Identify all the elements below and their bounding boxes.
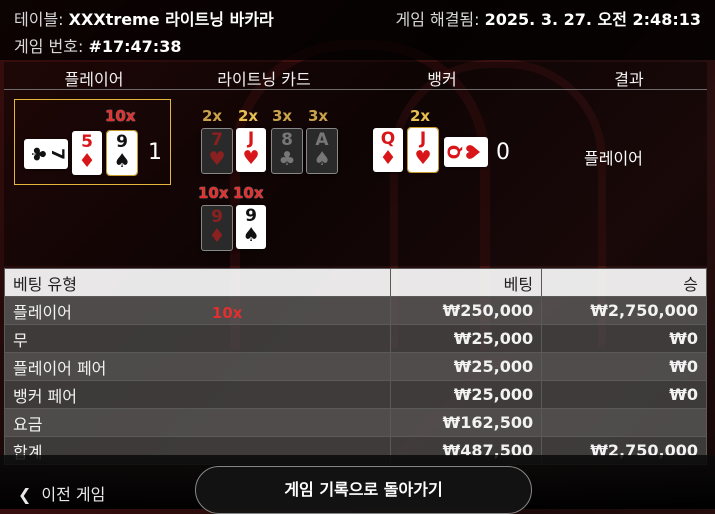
lightning-multiplier: 2x (202, 107, 223, 125)
header-divider (4, 89, 707, 90)
table-header-row: 베팅 유형 베팅 승 (3, 268, 707, 297)
player-multiplier: 10x (105, 107, 136, 125)
bet-type: 플레이어 페어 (3, 352, 392, 381)
lightning-card: A ♠ (306, 128, 338, 174)
table-row: 플레이어 페어 ₩25,000 ₩0 (3, 352, 707, 381)
bet-amount: ₩25,000 (390, 352, 543, 381)
bet-multiplier: 10x (211, 303, 243, 322)
heart-icon: ♥ (208, 148, 226, 170)
column-header-result: 결과 (614, 70, 644, 89)
back-to-history-button[interactable]: 게임 기록으로 돌아가기 (195, 466, 532, 514)
player-score: 1 (148, 140, 162, 165)
table-row: 플레이어 10x ₩250,000 ₩2,750,000 (3, 296, 707, 325)
lightning-multiplier: 10x (233, 184, 264, 202)
lightning-multiplier: 2x (238, 107, 259, 125)
win-amount: ₩2,750,000 (541, 296, 707, 325)
win-amount: ₩0 (541, 380, 707, 409)
lightning-card: J ♥ (236, 128, 266, 172)
spade-icon: ♠ (113, 150, 131, 172)
diamond-icon: ♦ (208, 225, 226, 247)
banker-card-2: J ♥ (407, 127, 439, 173)
bets-table: 베팅 유형 베팅 승 플레이어 10x ₩250,000 ₩2,750,000 무… (3, 268, 707, 465)
resolved-time: 2025. 3. 27. 오전 2:48:13 (484, 10, 701, 29)
previous-game-link[interactable]: ❮ 이전 게임 (18, 481, 105, 505)
column-header-banker: 뱅커 (427, 70, 457, 89)
lightning-card: 8 ♣ (271, 128, 303, 174)
win-amount (541, 408, 707, 437)
game-info-header: 테이블: XXXtreme 라이트닝 바카라 게임 번호: #17:47:38 … (0, 0, 715, 60)
table-name: XXXtreme 라이트닝 바카라 (68, 10, 274, 29)
player-card-3: 9 ♠ (106, 130, 138, 176)
bet-type: 요금 (3, 408, 392, 437)
player-card-1: 7 ♣ (24, 139, 68, 169)
lightning-multiplier: 10x (198, 184, 229, 202)
win-amount: ₩0 (541, 352, 707, 381)
resolved-info: 게임 해결됨: 2025. 3. 27. 오전 2:48:13 (395, 6, 701, 30)
lightning-card: 9 ♠ (236, 205, 266, 249)
banker-card-3: Q ♥ (444, 137, 488, 167)
lightning-card: 9 ♦ (201, 205, 233, 251)
diamond-icon: ♦ (78, 150, 96, 172)
table-label: 테이블: (14, 10, 64, 29)
table-info: 테이블: XXXtreme 라이트닝 바카라 (14, 6, 274, 30)
footer-bar: ❮ 이전 게임 게임 기록으로 돌아가기 (0, 455, 715, 514)
lightning-card: 7 ♥ (201, 128, 233, 174)
table-row: 무 ₩25,000 ₩0 (3, 324, 707, 353)
bet-amount: ₩162,500 (390, 408, 543, 437)
lightning-multiplier: 3x (272, 107, 293, 125)
table-row: 뱅커 페어 ₩25,000 ₩0 (3, 380, 707, 409)
column-header-lightning: 라이트닝 카드 (217, 70, 311, 89)
spade-icon: ♠ (313, 148, 331, 170)
round-info: 게임 번호: #17:47:38 (14, 33, 181, 57)
round-label: 게임 번호: (14, 37, 84, 56)
lightning-multiplier: 3x (308, 107, 329, 125)
banker-multiplier: 2x (410, 107, 431, 125)
resolved-label: 게임 해결됨: (395, 10, 480, 29)
bet-amount: ₩25,000 (390, 380, 543, 409)
bet-amount: ₩25,000 (390, 324, 543, 353)
win-amount: ₩0 (541, 324, 707, 353)
column-header-player: 플레이어 (64, 70, 124, 89)
cards-area: 플레이어 라이트닝 카드 뱅커 결과 10x 7 ♣ 5 ♦ 9 ♠ 1 2x … (4, 62, 707, 266)
header-bet-type: 베팅 유형 (3, 268, 392, 297)
bet-type: 뱅커 페어 (3, 380, 392, 409)
bet-type: 플레이어 (13, 302, 72, 322)
table-row: 요금 ₩162,500 (3, 408, 707, 437)
round-id: #17:47:38 (88, 37, 182, 56)
card-rank: 7 (47, 148, 67, 160)
banker-card-1: Q ♦ (373, 128, 403, 172)
club-icon: ♣ (278, 148, 296, 170)
header-bet: 베팅 (390, 268, 543, 297)
bet-amount: ₩250,000 (390, 296, 543, 325)
chevron-left-icon: ❮ (18, 485, 32, 504)
game-result: 플레이어 (584, 149, 643, 168)
heart-icon: ♥ (463, 143, 485, 161)
heart-icon: ♥ (242, 147, 260, 169)
previous-game-label: 이전 게임 (41, 485, 106, 504)
spade-icon: ♠ (242, 224, 260, 246)
bet-type: 무 (3, 324, 392, 353)
diamond-icon: ♦ (379, 147, 397, 169)
banker-score: 0 (496, 140, 510, 165)
heart-icon: ♥ (414, 147, 432, 169)
bet-type-cell: 플레이어 10x (3, 296, 392, 325)
club-icon: ♣ (27, 145, 49, 163)
player-card-2: 5 ♦ (72, 131, 102, 175)
header-win: 승 (541, 268, 707, 297)
